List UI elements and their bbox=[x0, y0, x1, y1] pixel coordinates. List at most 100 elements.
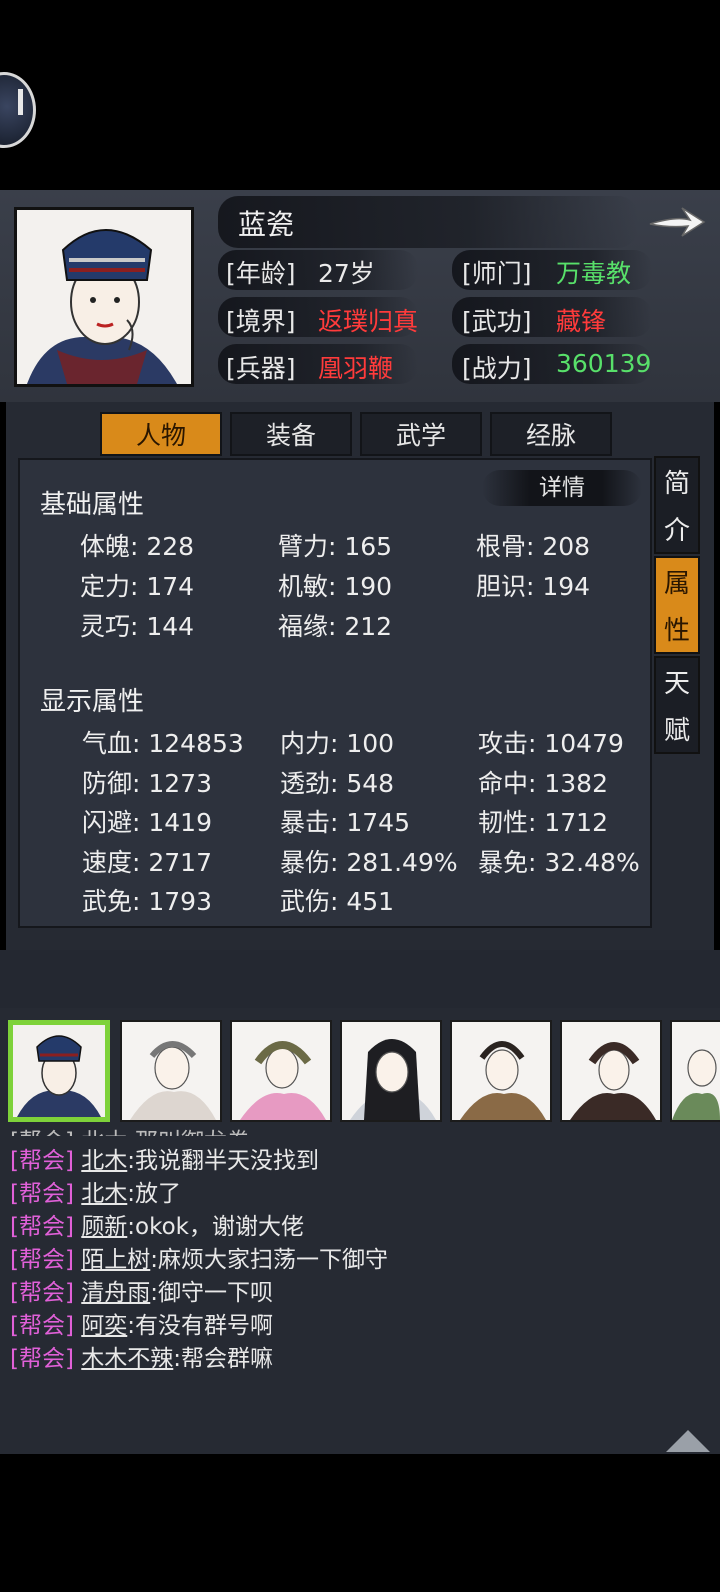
chat-sender-link[interactable]: 陌上树 bbox=[81, 1247, 150, 1273]
stat-focus: 定力: 174 bbox=[80, 572, 195, 601]
chat-channel-tag: [帮会] bbox=[10, 1346, 74, 1372]
stat-strength: 臂力: 165 bbox=[278, 532, 393, 561]
next-character-button[interactable] bbox=[646, 202, 708, 242]
chat-sender-link[interactable]: 北木 bbox=[81, 1148, 127, 1174]
tab-meridians[interactable]: 经脉 bbox=[490, 412, 612, 456]
sect-value: 万毒教 bbox=[556, 259, 632, 288]
stat-martial-damage: 武伤: 451 bbox=[280, 887, 395, 916]
chat-message: :okok，谢谢大佬 bbox=[127, 1214, 304, 1240]
chat-message: :麻烦大家扫荡一下御守 bbox=[150, 1247, 389, 1273]
stat-penetration: 透劲: 548 bbox=[280, 769, 395, 798]
chat-message: :放了 bbox=[127, 1181, 182, 1207]
side-tab-char: 天 bbox=[663, 669, 690, 699]
chat-sender-link[interactable]: 北木 bbox=[81, 1181, 127, 1207]
skill-label: [武功] bbox=[462, 307, 532, 336]
chat-sender-link[interactable]: 清舟雨 bbox=[81, 1280, 150, 1306]
chat-sender-link[interactable]: 木木不辣 bbox=[81, 1346, 173, 1372]
tab-character[interactable]: 人物 bbox=[100, 412, 222, 456]
stat-bone: 根骨: 208 bbox=[476, 532, 591, 561]
chat-channel-tag: [帮会] bbox=[10, 1247, 74, 1273]
side-tab-talent[interactable]: 天 赋 bbox=[654, 656, 700, 754]
display-stats-title: 显示属性 bbox=[40, 687, 145, 717]
chat-line: [帮会] 北木:放了 bbox=[10, 1174, 181, 1208]
stat-toughness: 韧性: 1712 bbox=[478, 808, 608, 837]
chat-sender-link[interactable]: 阿奕 bbox=[81, 1313, 127, 1339]
triangle-up-icon[interactable] bbox=[666, 1430, 710, 1452]
side-tab-char: 介 bbox=[663, 516, 690, 546]
age-value: 27岁 bbox=[318, 259, 375, 288]
chat-sender-link[interactable]: 顾新 bbox=[81, 1214, 127, 1240]
chat-line: [帮会] 清舟雨:御守一下呗 bbox=[10, 1273, 273, 1307]
weapon-label: [兵器] bbox=[226, 354, 296, 383]
stat-defense: 防御: 1273 bbox=[82, 769, 212, 798]
chat-message: :御守一下呗 bbox=[150, 1280, 274, 1306]
character-thumb[interactable] bbox=[450, 1020, 552, 1122]
chat-line: [帮会] 顾新:okok，谢谢大佬 bbox=[10, 1207, 304, 1241]
stat-crit: 暴击: 1745 bbox=[280, 808, 410, 837]
chat-line-partial: [帮会] 北木:那叫御龙拳 bbox=[10, 1122, 250, 1136]
age-label: [年龄] bbox=[226, 259, 296, 288]
thumb-portrait bbox=[562, 1022, 660, 1120]
side-tab-char: 属 bbox=[663, 569, 690, 599]
stat-dodge: 闪避: 1419 bbox=[82, 808, 212, 837]
chat-message: :我说翻半天没找到 bbox=[127, 1148, 320, 1174]
side-tab-char: 赋 bbox=[663, 716, 690, 746]
character-thumb[interactable] bbox=[340, 1020, 442, 1122]
chat-line: [帮会] 阿奕:有没有群号啊 bbox=[10, 1306, 273, 1340]
portrait-illustration bbox=[17, 210, 191, 384]
character-thumb[interactable] bbox=[120, 1020, 222, 1122]
stat-hp: 气血: 124853 bbox=[82, 729, 244, 758]
side-tab-char: 性 bbox=[663, 616, 690, 646]
power-label: [战力] bbox=[462, 354, 532, 383]
chat-channel-tag: [帮会] bbox=[10, 1181, 74, 1207]
character-thumb[interactable] bbox=[230, 1020, 332, 1122]
stat-agility: 机敏: 190 bbox=[278, 572, 393, 601]
menu-round-button-icon bbox=[18, 89, 23, 115]
thumb-portrait bbox=[13, 1025, 105, 1117]
stat-martial-resist: 武免: 1793 bbox=[82, 887, 212, 916]
chat-channel-tag: [帮会] bbox=[10, 1148, 74, 1174]
thumb-portrait bbox=[232, 1022, 330, 1120]
stat-constitution: 体魄: 228 bbox=[80, 532, 195, 561]
stat-attack: 攻击: 10479 bbox=[478, 729, 624, 758]
tab-equipment[interactable]: 装备 bbox=[230, 412, 352, 456]
thumb-portrait bbox=[672, 1022, 720, 1120]
chat-line: [帮会] 陌上树:麻烦大家扫荡一下御守 bbox=[10, 1240, 388, 1274]
character-portrait bbox=[14, 207, 194, 387]
chat-channel-tag: [帮会] bbox=[10, 1280, 74, 1306]
character-thumb-selected[interactable] bbox=[8, 1020, 110, 1122]
stat-dexterity: 灵巧: 144 bbox=[80, 612, 195, 641]
stat-luck: 福缘: 212 bbox=[278, 612, 393, 641]
chat-channel-tag: [帮会] bbox=[10, 1214, 74, 1240]
basic-stats-title: 基础属性 bbox=[40, 490, 145, 520]
stat-courage: 胆识: 194 bbox=[476, 572, 591, 601]
stat-crit-damage: 暴伤: 281.49% bbox=[280, 848, 458, 877]
side-tab-attributes[interactable]: 属 性 bbox=[654, 556, 700, 654]
thumb-portrait bbox=[342, 1022, 440, 1120]
character-thumb-partial[interactable] bbox=[670, 1020, 720, 1122]
thumb-portrait bbox=[452, 1022, 550, 1120]
chat-message: :有没有群号啊 bbox=[127, 1313, 274, 1339]
separator-band bbox=[0, 950, 720, 1008]
chat-line: [帮会] 木木不辣:帮会群嘛 bbox=[10, 1339, 273, 1373]
realm-label: [境界] bbox=[226, 307, 296, 336]
chat-message: :帮会群嘛 bbox=[173, 1346, 274, 1372]
side-tab-char: 简 bbox=[663, 469, 690, 499]
realm-value: 返璞归真 bbox=[318, 307, 419, 336]
side-tab-intro[interactable]: 简 介 bbox=[654, 456, 700, 554]
power-value: 360139 bbox=[556, 349, 652, 378]
stat-inner-power: 内力: 100 bbox=[280, 729, 395, 758]
skill-value: 藏锋 bbox=[556, 307, 607, 336]
tab-martial-arts[interactable]: 武学 bbox=[360, 412, 482, 456]
character-thumb[interactable] bbox=[560, 1020, 662, 1122]
stat-hit: 命中: 1382 bbox=[478, 769, 608, 798]
thumb-portrait bbox=[122, 1022, 220, 1120]
corner-menu-button[interactable] bbox=[0, 72, 36, 148]
stat-crit-resist: 暴免: 32.48% bbox=[478, 848, 640, 877]
details-button[interactable]: 详情 bbox=[482, 470, 642, 506]
arrow-right-icon bbox=[649, 207, 706, 237]
chat-channel-tag: [帮会] bbox=[10, 1313, 74, 1339]
stat-speed: 速度: 2717 bbox=[82, 848, 212, 877]
chat-line: [帮会] 北木:我说翻半天没找到 bbox=[10, 1141, 319, 1175]
weapon-value: 凰羽鞭 bbox=[318, 354, 394, 383]
